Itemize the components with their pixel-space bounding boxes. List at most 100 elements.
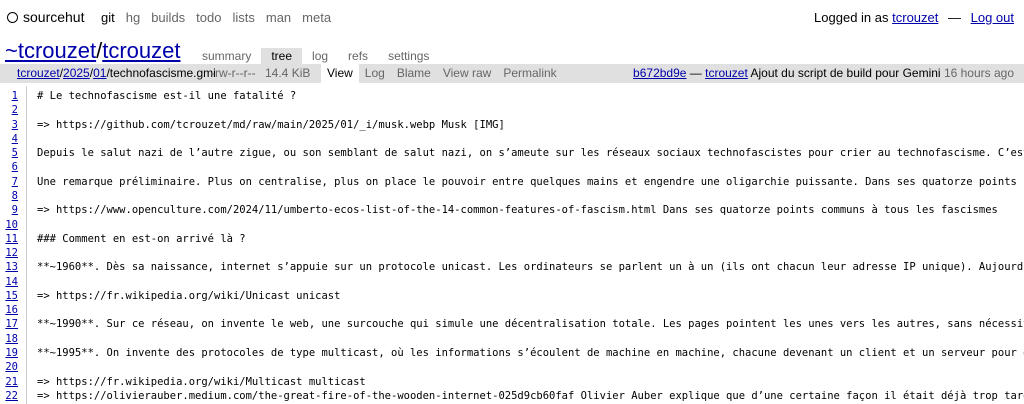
code-line: 20 xyxy=(0,360,1024,374)
line-text: => https://olivierauber.medium.com/the-g… xyxy=(37,389,1024,402)
code-line: 4 xyxy=(0,132,1024,146)
code-line: 16 xyxy=(0,303,1024,317)
repo-title: ~tcrouzet/tcrouzet xyxy=(5,38,181,64)
line-text: **~1990**. Sur ce réseau, on invente le … xyxy=(37,318,1024,331)
commit-separator: — xyxy=(689,66,702,80)
nav-link-builds[interactable]: builds xyxy=(151,10,185,25)
line-number-link[interactable]: 15 xyxy=(0,289,18,303)
commit-author-link[interactable]: tcrouzet xyxy=(705,66,748,80)
code-line: 12 xyxy=(0,246,1024,260)
line-number-link[interactable]: 22 xyxy=(0,389,18,403)
line-text: Depuis le salut nazi de l’autre zigue, o… xyxy=(37,147,1024,160)
code-line: 6 xyxy=(0,160,1024,174)
nav-link-lists[interactable]: lists xyxy=(232,10,254,25)
nav-link-hg[interactable]: hg xyxy=(126,10,140,25)
action-view-raw[interactable]: View raw xyxy=(437,64,497,83)
code-line: 19 **~1995**. On invente des protocoles d… xyxy=(0,346,1024,360)
line-text: # Le technofascisme est-il une fatalité … xyxy=(37,90,297,102)
code-line: 15 => https://fr.wikipedia.org/wiki/Unica… xyxy=(0,289,1024,303)
tab-tree[interactable]: tree xyxy=(261,48,303,65)
line-number-link[interactable]: 6 xyxy=(0,160,18,174)
line-number-link[interactable]: 9 xyxy=(0,203,18,217)
code-line: 14 xyxy=(0,275,1024,289)
line-number-link[interactable]: 2 xyxy=(0,103,18,117)
breadcrumb-root[interactable]: tcrouzet xyxy=(17,66,60,80)
code-line: 21 => https://fr.wikipedia.org/wiki/Multi… xyxy=(0,375,1024,389)
line-number-link[interactable]: 16 xyxy=(0,303,18,317)
file-mode: -rw-r--r-- xyxy=(211,66,256,80)
nav-link-git[interactable]: git xyxy=(101,10,115,25)
file-actions: View Log Blame View raw Permalink xyxy=(321,64,563,83)
commit-message: Ajout du script de build pour Gemini xyxy=(750,66,941,80)
line-number-link[interactable]: 12 xyxy=(0,246,18,260)
logout-link[interactable]: Log out xyxy=(971,10,1014,25)
login-status: Logged in as tcrouzet — Log out xyxy=(814,10,1014,25)
tab-settings[interactable]: settings xyxy=(378,48,439,65)
line-number-link[interactable]: 8 xyxy=(0,189,18,203)
action-blame[interactable]: Blame xyxy=(391,64,437,83)
line-number-link[interactable]: 21 xyxy=(0,375,18,389)
line-number-link[interactable]: 3 xyxy=(0,118,18,132)
tab-summary[interactable]: summary xyxy=(192,48,261,65)
file-bar: tcrouzet/2025/01/technofascisme.gmi -rw-… xyxy=(0,64,1024,83)
nav-link-meta[interactable]: meta xyxy=(302,10,331,25)
action-view[interactable]: View xyxy=(321,64,359,83)
line-number-link[interactable]: 20 xyxy=(0,360,18,374)
service-links: git hg builds todo lists man meta xyxy=(101,10,342,25)
line-text: => https://www.openculture.com/2024/11/u… xyxy=(37,204,998,217)
breadcrumb-01[interactable]: 01 xyxy=(93,66,106,80)
last-commit: b672bd9e — tcrouzet Ajout du script de b… xyxy=(633,64,1014,83)
tab-log[interactable]: log xyxy=(302,48,338,65)
logged-in-label: Logged in as xyxy=(814,10,889,25)
line-text: => https://github.com/tcrouzet/md/raw/ma… xyxy=(37,118,505,131)
file-content: 1 # Le technofascisme est-il une fatalité… xyxy=(0,86,1024,404)
line-number-link[interactable]: 13 xyxy=(0,260,18,274)
line-number-link[interactable]: 1 xyxy=(0,89,18,103)
code-line: 7 Une remarque préliminaire. Plus on cent… xyxy=(0,175,1024,189)
line-text: **~1960**. Dès sa naissance, internet s’… xyxy=(37,261,1024,274)
code-line: 3 => https://github.com/tcrouzet/md/raw/m… xyxy=(0,118,1024,132)
commit-time: 16 hours ago xyxy=(943,66,1014,80)
nav-link-todo[interactable]: todo xyxy=(196,10,221,25)
repo-header: ~tcrouzet/tcrouzet summary tree log refs… xyxy=(0,36,1024,65)
line-text: => https://fr.wikipedia.org/wiki/Unicast… xyxy=(37,289,341,302)
code-line: 11 ### Comment en est-on arrivé là ? xyxy=(0,232,1024,246)
sourcehut-logo-icon xyxy=(7,11,18,23)
line-text: Une remarque préliminaire. Plus on centr… xyxy=(37,175,1024,188)
line-number-link[interactable]: 17 xyxy=(0,317,18,331)
repo-owner-link[interactable]: ~tcrouzet xyxy=(5,38,96,63)
line-number-link[interactable]: 7 xyxy=(0,175,18,189)
top-navigation: sourcehut git hg builds todo lists man m… xyxy=(0,0,1024,34)
code-line: 2 xyxy=(0,103,1024,117)
line-number-link[interactable]: 19 xyxy=(0,346,18,360)
line-number-link[interactable]: 11 xyxy=(0,232,18,246)
action-log[interactable]: Log xyxy=(359,64,391,83)
code-line: 13 **~1960**. Dès sa naissance, internet … xyxy=(0,260,1024,274)
nav-link-man[interactable]: man xyxy=(266,10,291,25)
code-line: 18 xyxy=(0,332,1024,346)
brand-name[interactable]: sourcehut xyxy=(23,9,84,25)
line-text: => https://fr.wikipedia.org/wiki/Multica… xyxy=(37,375,366,388)
code-line: 22 => https://olivierauber.medium.com/the… xyxy=(0,389,1024,403)
login-separator: — xyxy=(948,10,961,25)
code-line: 17 **~1990**. Sur ce réseau, on invente l… xyxy=(0,317,1024,331)
breadcrumb-2025[interactable]: 2025 xyxy=(63,66,90,80)
breadcrumb-filename: technofascisme.gmi xyxy=(109,66,216,80)
code-line: 5 Depuis le salut nazi de l’autre zigue, … xyxy=(0,146,1024,160)
line-number-link[interactable]: 4 xyxy=(0,132,18,146)
code-line: 9 => https://www.openculture.com/2024/11/… xyxy=(0,203,1024,217)
file-path-breadcrumb: tcrouzet/2025/01/technofascisme.gmi xyxy=(17,66,216,80)
repo-name-link[interactable]: tcrouzet xyxy=(102,38,180,63)
repo-tabs: summary tree log refs settings xyxy=(192,48,439,65)
tab-refs[interactable]: refs xyxy=(338,48,378,65)
action-permalink[interactable]: Permalink xyxy=(497,64,562,83)
line-text: **~1995**. On invente des protocoles de … xyxy=(37,347,1024,360)
file-size: 14.4 KiB xyxy=(265,66,311,80)
brand[interactable]: sourcehut xyxy=(7,9,84,25)
line-number-link[interactable]: 10 xyxy=(0,218,18,232)
commit-hash-link[interactable]: b672bd9e xyxy=(633,66,686,80)
line-number-link[interactable]: 5 xyxy=(0,146,18,160)
line-number-link[interactable]: 18 xyxy=(0,332,18,346)
username-link[interactable]: tcrouzet xyxy=(892,10,938,25)
line-number-link[interactable]: 14 xyxy=(0,275,18,289)
